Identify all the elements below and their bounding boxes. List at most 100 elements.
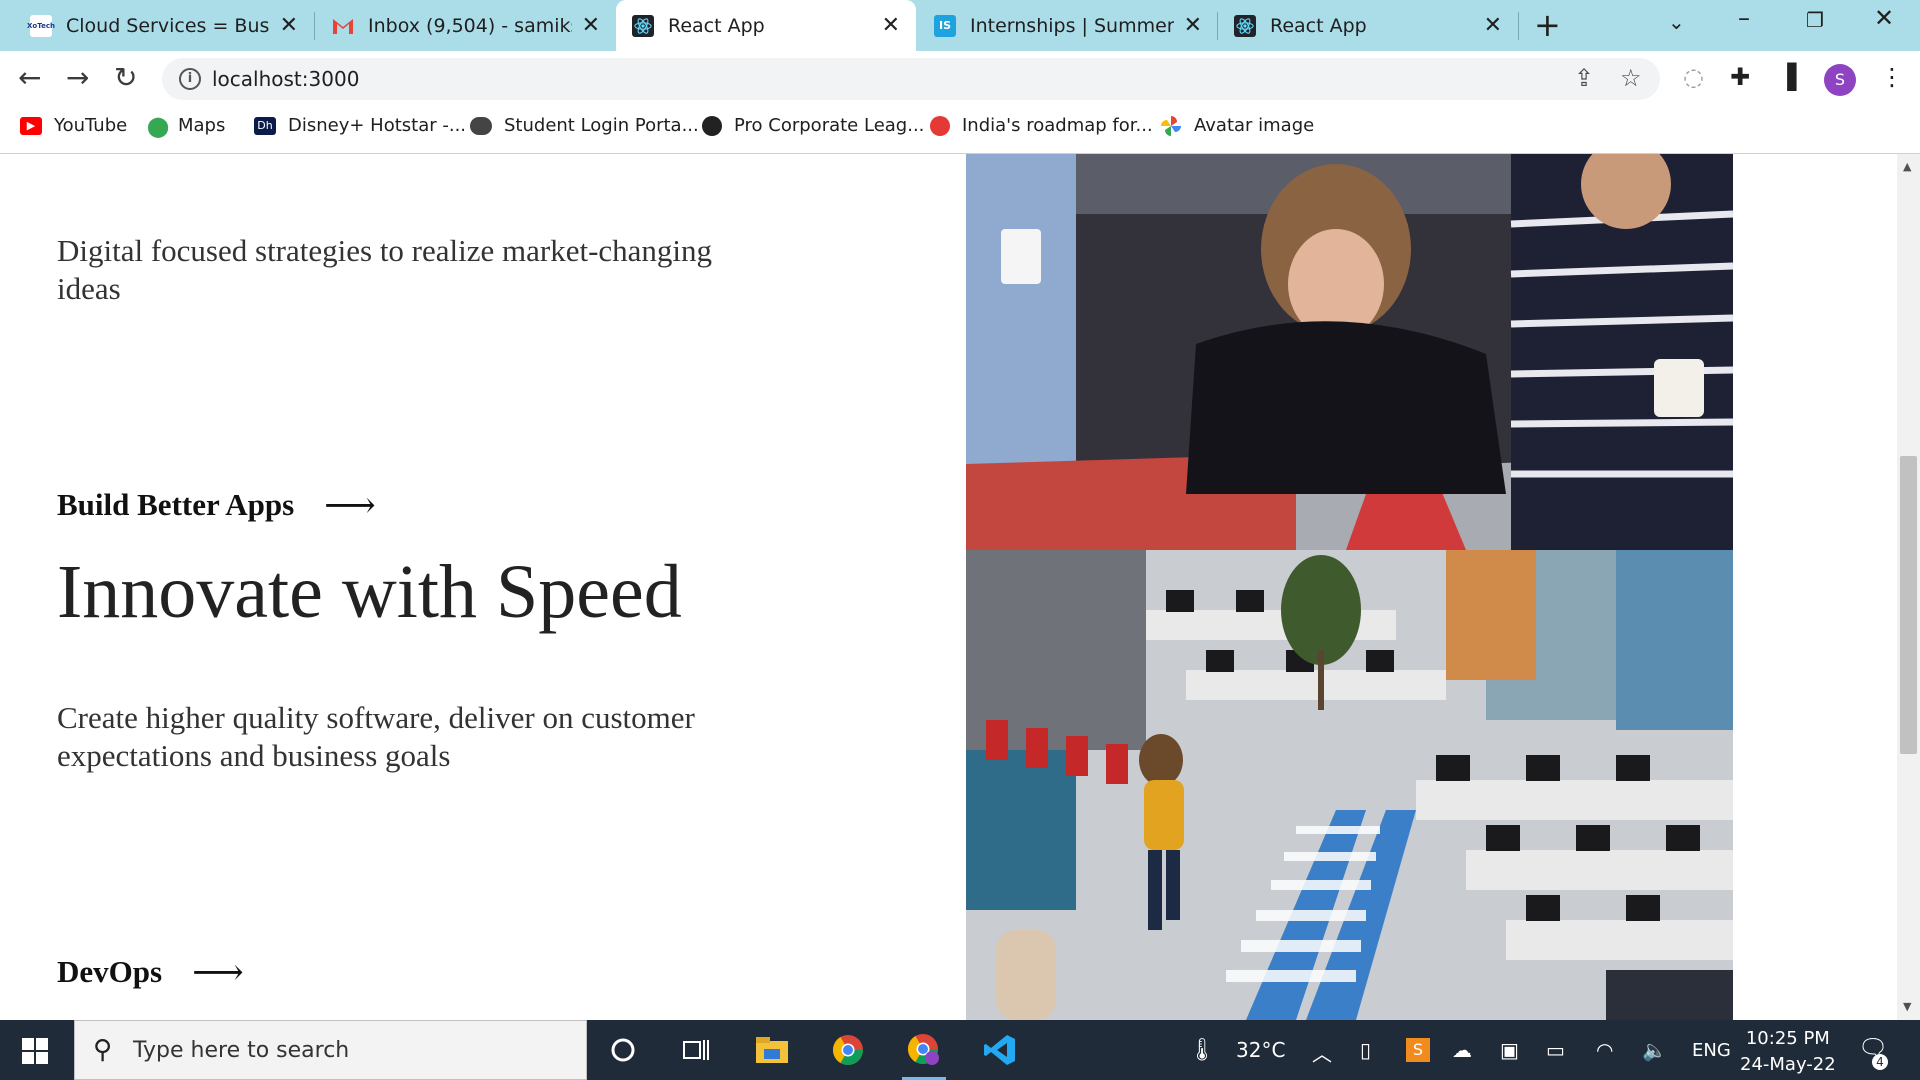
roadmap-icon: [930, 115, 950, 136]
bookmark-pro-corporate[interactable]: Pro Corporate Leag...: [702, 115, 924, 136]
tab-react-app-active[interactable]: React App ✕: [616, 0, 916, 51]
xortech-logo-icon: XoTech: [27, 14, 55, 37]
devops-link[interactable]: DevOps ⟶: [57, 951, 244, 993]
meet-now-icon[interactable]: ▣: [1500, 1038, 1519, 1062]
clock-date: 24-May-22: [1740, 1054, 1836, 1075]
windows-start-icon[interactable]: [22, 1038, 48, 1068]
globe-icon: [702, 115, 722, 136]
page-title: Innovate with Speed: [57, 550, 682, 634]
tab-title: Cloud Services = Business: [66, 14, 270, 37]
taskbar-search-box[interactable]: ⚲ Type here to search: [74, 1020, 587, 1080]
share-icon[interactable]: ⇪: [1574, 64, 1594, 92]
wifi-icon[interactable]: ◠: [1596, 1038, 1613, 1062]
site-info-icon[interactable]: i: [179, 68, 201, 90]
scroll-thumb[interactable]: [1900, 456, 1917, 754]
taskbar-clock[interactable]: 10:25 PM 24-May-22: [1740, 1026, 1836, 1078]
bookmark-hotstar[interactable]: Dh Disney+ Hotstar -...: [254, 115, 466, 136]
minimize-icon[interactable]: –: [1738, 4, 1750, 32]
tab-search-chevron-icon[interactable]: ⌄: [1668, 10, 1685, 34]
back-arrow-icon[interactable]: ←: [18, 61, 41, 94]
bookmark-label: Student Login Porta...: [504, 115, 699, 136]
url-text[interactable]: localhost:3000: [212, 67, 359, 91]
extension-circle-icon[interactable]: ◌: [1683, 63, 1704, 91]
build-better-apps-link[interactable]: Build Better Apps ⟶: [57, 484, 376, 526]
right-arrow-icon: ⟶: [192, 952, 244, 992]
tab-internships[interactable]: IS Internships | Summer Inte ✕: [918, 0, 1218, 51]
bookmark-avatar-image[interactable]: Avatar image: [1160, 115, 1314, 136]
phone-link-icon[interactable]: ▯: [1360, 1038, 1371, 1062]
show-hidden-icons-icon[interactable]: ︿: [1312, 1038, 1332, 1067]
page-scrollbar[interactable]: ▲ ▼: [1897, 154, 1920, 1020]
profile-avatar[interactable]: S: [1824, 64, 1856, 96]
search-icon: ⚲: [93, 1035, 113, 1065]
tab-title: React App: [668, 14, 765, 37]
app-tray-s-icon[interactable]: S: [1406, 1038, 1430, 1062]
volume-icon[interactable]: 🔈: [1642, 1038, 1667, 1062]
bookmark-star-icon[interactable]: ☆: [1620, 64, 1642, 92]
cortana-icon[interactable]: [601, 1030, 645, 1070]
bookmark-student-login[interactable]: Student Login Porta...: [470, 115, 699, 136]
close-icon[interactable]: ✕: [1184, 13, 1202, 38]
menu-kebab-icon[interactable]: ⋮: [1880, 63, 1904, 91]
new-tab-plus-icon[interactable]: +: [1534, 6, 1561, 44]
bookmark-label: Maps: [178, 115, 226, 136]
clock-time: 10:25 PM: [1745, 1028, 1830, 1049]
tab-separator: [1518, 12, 1519, 40]
bookmark-label: India's roadmap for...: [962, 115, 1153, 136]
pinwheel-icon: [1160, 115, 1182, 136]
section-heading: Build Better Apps: [57, 487, 295, 522]
onedrive-cloud-icon[interactable]: ☁: [1452, 1038, 1472, 1062]
weather-icon[interactable]: 🌡: [1188, 1038, 1216, 1063]
section-description: Create higher quality software, deliver …: [57, 700, 695, 773]
hotstar-icon: Dh: [254, 116, 276, 135]
extensions-puzzle-icon[interactable]: ✚: [1730, 63, 1750, 91]
restore-icon[interactable]: ❐: [1806, 8, 1824, 32]
battery-icon[interactable]: ▭: [1546, 1038, 1565, 1062]
internshala-logo-icon: IS: [934, 14, 956, 37]
task-view-icon[interactable]: [674, 1030, 718, 1070]
chrome-icon[interactable]: [826, 1030, 870, 1070]
close-icon[interactable]: ✕: [582, 13, 600, 38]
notification-count-badge: 4: [1872, 1054, 1888, 1070]
bookmark-maps[interactable]: ⬤ Maps: [146, 113, 226, 138]
scroll-up-icon[interactable]: ▲: [1903, 160, 1911, 173]
bookmark-label: Avatar image: [1194, 115, 1315, 136]
tab-title: React App: [1270, 14, 1367, 37]
bookmark-label: YouTube: [54, 115, 128, 136]
close-window-icon[interactable]: ✕: [1874, 4, 1894, 32]
close-icon[interactable]: ✕: [280, 13, 298, 38]
tab-inbox[interactable]: Inbox (9,504) - samikshak ✕: [316, 0, 616, 51]
chrome-profile-icon[interactable]: [902, 1030, 946, 1080]
page-viewport: Digital focused strategies to realize ma…: [0, 154, 1920, 1020]
close-icon[interactable]: ✕: [882, 13, 900, 38]
team-meeting-photo: [966, 154, 1733, 550]
bookmark-india-roadmap[interactable]: India's roadmap for...: [930, 115, 1153, 136]
address-bar[interactable]: i localhost:3000 ⇪ ☆: [162, 58, 1660, 100]
bookmark-label: Pro Corporate Leag...: [734, 115, 925, 136]
close-icon[interactable]: ✕: [1484, 13, 1502, 38]
tab-cloud-services[interactable]: XoTech Cloud Services = Business ✕: [14, 0, 314, 51]
student-portal-icon: [470, 116, 492, 135]
react-logo-icon: [632, 14, 654, 37]
tab-separator: [314, 12, 315, 40]
right-arrow-icon: ⟶: [324, 485, 376, 525]
maps-pin-icon: ⬤: [146, 113, 170, 138]
windows-taskbar: ⚲ Type here to search 🌡 32°C ︿ ▯ S ☁ ▣ ▭…: [0, 1020, 1920, 1080]
intro-description: Digital focused strategies to realize ma…: [57, 233, 713, 306]
reload-icon[interactable]: ↻: [114, 61, 137, 94]
file-explorer-icon[interactable]: [750, 1030, 794, 1070]
react-logo-icon: [1234, 14, 1256, 37]
forward-arrow-icon[interactable]: →: [66, 61, 89, 94]
side-panel-icon[interactable]: ▐: [1778, 63, 1796, 91]
language-indicator[interactable]: ENG: [1692, 1040, 1731, 1061]
browser-toolbar: ← → ↻ i localhost:3000 ⇪ ☆ ◌ ✚ ▐ S ⋮: [0, 51, 1920, 105]
tab-title: Internships | Summer Inte: [970, 14, 1174, 37]
temperature-text[interactable]: 32°C: [1236, 1038, 1285, 1062]
bookmark-youtube[interactable]: ▶ YouTube: [20, 115, 127, 136]
search-placeholder: Type here to search: [133, 1038, 350, 1063]
gmail-icon: [332, 15, 354, 37]
section-heading: DevOps: [57, 954, 163, 989]
scroll-down-icon[interactable]: ▼: [1903, 1000, 1911, 1013]
vscode-icon[interactable]: [978, 1030, 1022, 1070]
tab-react-app[interactable]: React App ✕: [1218, 0, 1518, 51]
